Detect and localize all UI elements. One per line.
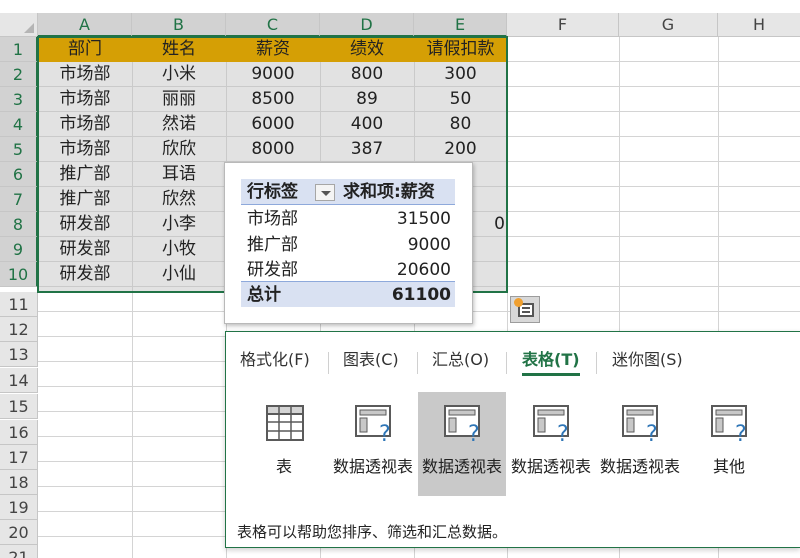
- pivot-table-option[interactable]: ? 数据透视表: [418, 392, 506, 496]
- pivot-row-label: 市场部: [247, 209, 298, 229]
- column-header-h[interactable]: H: [718, 13, 800, 37]
- svg-text:?: ?: [646, 422, 658, 442]
- row-header-19[interactable]: 19: [0, 495, 38, 520]
- row-header-4[interactable]: 4: [0, 112, 38, 137]
- pivot-total-row: 总计 61100: [241, 281, 455, 307]
- row-header-2[interactable]: 2: [0, 62, 38, 87]
- table-icon: [266, 405, 304, 441]
- svg-text:?: ?: [735, 422, 747, 442]
- row-header-11[interactable]: 11: [0, 292, 38, 317]
- row-header-18[interactable]: 18: [0, 470, 38, 495]
- tab-divider: [417, 352, 418, 374]
- row-header-3[interactable]: 3: [0, 87, 38, 112]
- quick-analysis-panel: 格式化(F) 图表(C) 汇总(O) 表格(T) 迷你图(S) 表 ? 数据透视…: [225, 331, 800, 548]
- pivot-row: 市场部 31500: [241, 206, 455, 232]
- pivot-table-option-label: 数据透视表: [421, 457, 502, 476]
- pivot-table-option[interactable]: ? 数据透视表: [596, 392, 684, 496]
- tab-charts[interactable]: 图表(C): [343, 348, 399, 376]
- tab-divider: [328, 352, 329, 374]
- row-header-21[interactable]: 21: [0, 545, 38, 558]
- row-header-15[interactable]: 15: [0, 394, 38, 419]
- row-header-9[interactable]: 9: [0, 237, 38, 262]
- pivot-table-icon: ?: [355, 405, 391, 442]
- pivot-row-value: 9000: [407, 235, 451, 255]
- tab-formatting[interactable]: 格式化(F): [240, 348, 310, 376]
- select-all-corner[interactable]: [0, 13, 38, 37]
- column-header-b[interactable]: B: [132, 13, 226, 37]
- row-header-6[interactable]: 6: [0, 162, 38, 187]
- pivot-table-option-label: 数据透视表: [510, 457, 591, 476]
- row-header-20[interactable]: 20: [0, 520, 38, 545]
- svg-text:?: ?: [379, 422, 391, 442]
- pivot-table-icon: ?: [533, 405, 569, 442]
- pivot-table-preview: 行标签 求和项:薪资 市场部 31500 推广部 9000 研发部 20600 …: [224, 162, 473, 324]
- tab-divider: [596, 352, 597, 374]
- column-header-e[interactable]: E: [414, 13, 507, 37]
- pivot-table-option[interactable]: ? 数据透视表: [507, 392, 595, 496]
- column-header-g[interactable]: G: [619, 13, 718, 37]
- more-pivot-icon: ?: [711, 405, 747, 442]
- panel-hint-text: 表格可以帮助您排序、筛选和汇总数据。: [237, 523, 508, 541]
- pivot-row-label: 推广部: [247, 235, 298, 255]
- filter-dropdown-icon[interactable]: [315, 184, 335, 201]
- tab-sparklines[interactable]: 迷你图(S): [612, 348, 683, 376]
- quick-analysis-button[interactable]: [510, 296, 540, 323]
- row-header-10[interactable]: 10: [0, 262, 38, 287]
- column-header-c[interactable]: C: [226, 13, 320, 37]
- row-header-12[interactable]: 12: [0, 317, 38, 342]
- row-header-17[interactable]: 17: [0, 445, 38, 470]
- pivot-table-option-label: 数据透视表: [599, 457, 680, 476]
- pivot-row: 研发部 20600: [241, 257, 455, 283]
- row-header-5[interactable]: 5: [0, 137, 38, 162]
- pivot-total-label: 总计: [247, 285, 281, 305]
- row-header-8[interactable]: 8: [0, 212, 38, 237]
- tab-divider: [506, 352, 507, 374]
- row-header-1[interactable]: 1: [0, 37, 38, 62]
- pivot-table-icon: ?: [622, 405, 658, 442]
- row-header-13[interactable]: 13: [0, 342, 38, 367]
- pivot-total-value: 61100: [391, 285, 451, 305]
- pivot-header-row: 行标签 求和项:薪资: [241, 179, 455, 205]
- row-header-7[interactable]: 7: [0, 187, 38, 212]
- more-option[interactable]: ? 其他: [685, 392, 773, 496]
- pivot-table-option-label: 数据透视表: [332, 457, 413, 476]
- svg-text:?: ?: [468, 422, 480, 442]
- pivot-table-option[interactable]: ? 数据透视表: [329, 392, 417, 496]
- pivot-table-icon: ?: [444, 405, 480, 442]
- pivot-row-label: 研发部: [247, 260, 298, 280]
- pivot-row-value: 31500: [396, 209, 451, 229]
- row-header-16[interactable]: 16: [0, 420, 38, 445]
- column-header-f[interactable]: F: [507, 13, 619, 37]
- tab-tables[interactable]: 表格(T): [522, 348, 580, 376]
- column-header-d[interactable]: D: [320, 13, 414, 37]
- pivot-row-value: 20600: [396, 260, 451, 280]
- row-header-14[interactable]: 14: [0, 368, 38, 393]
- table-option[interactable]: 表: [240, 392, 328, 496]
- tab-totals[interactable]: 汇总(O): [432, 348, 489, 376]
- lightning-icon: [514, 298, 523, 307]
- pivot-row: 推广部 9000: [241, 232, 455, 258]
- more-option-label: 其他: [712, 457, 745, 476]
- pivot-row-label-header: 行标签: [247, 182, 298, 202]
- quick-analysis-tabs: 格式化(F) 图表(C) 汇总(O) 表格(T) 迷你图(S): [226, 342, 800, 378]
- pivot-value-header: 求和项:薪资: [343, 182, 435, 202]
- column-header-a[interactable]: A: [38, 13, 132, 37]
- svg-text:?: ?: [557, 422, 569, 442]
- table-option-label: 表: [275, 457, 292, 476]
